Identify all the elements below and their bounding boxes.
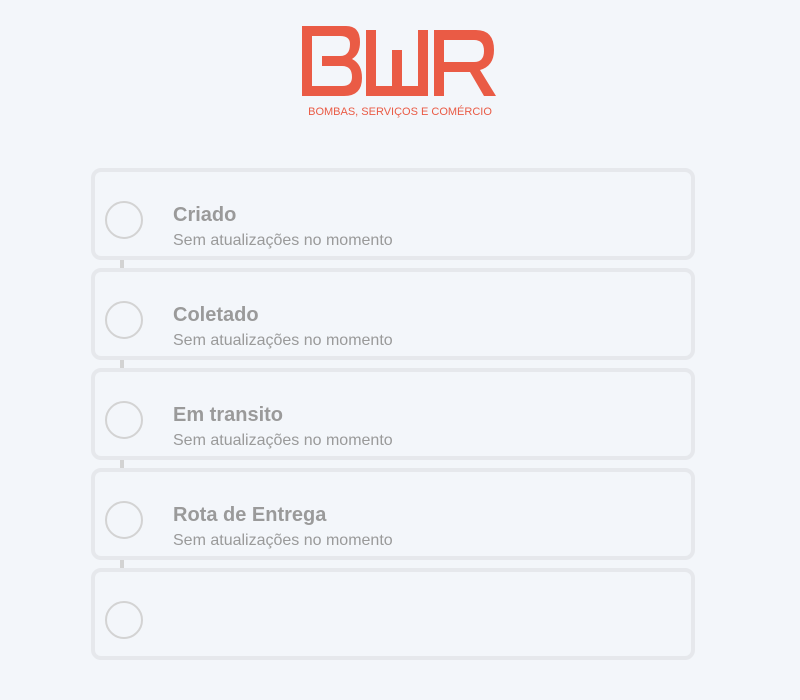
step-title: Criado xyxy=(173,204,237,226)
tracking-page: BOMBAS, SERVIÇOS E COMÉRCIO Criado Sem a… xyxy=(0,0,800,700)
step-status-circle-icon xyxy=(105,301,143,339)
svg-text:BOMBAS, SERVIÇOS E COMÉRCIO: BOMBAS, SERVIÇOS E COMÉRCIO xyxy=(308,105,492,118)
step-title: Em transito xyxy=(173,404,284,426)
timeline-step-rota-de-entrega: Rota de Entrega Sem atualizações no mome… xyxy=(91,468,695,560)
step-status-circle-icon xyxy=(105,201,143,239)
timeline-step-final xyxy=(91,568,695,660)
step-title: Coletado xyxy=(173,304,259,326)
timeline-step-em-transito: Em transito Sem atualizações no momento xyxy=(91,368,695,460)
timeline-step-coletado: Coletado Sem atualizações no momento xyxy=(91,268,695,360)
step-status-text: Sem atualizações no momento xyxy=(173,432,393,449)
step-status-text: Sem atualizações no momento xyxy=(173,232,393,249)
bwr-logo-icon: BOMBAS, SERVIÇOS E COMÉRCIO xyxy=(302,26,496,118)
step-status-circle-icon xyxy=(105,601,143,639)
tracking-timeline: Criado Sem atualizações no momento Colet… xyxy=(91,168,695,668)
step-status-text: Sem atualizações no momento xyxy=(173,532,393,549)
step-status-circle-icon xyxy=(105,401,143,439)
step-status-text: Sem atualizações no momento xyxy=(173,332,393,349)
step-title: Rota de Entrega xyxy=(173,504,327,526)
company-logo: BOMBAS, SERVIÇOS E COMÉRCIO xyxy=(300,20,500,120)
step-status-circle-icon xyxy=(105,501,143,539)
timeline-step-criado: Criado Sem atualizações no momento xyxy=(91,168,695,260)
